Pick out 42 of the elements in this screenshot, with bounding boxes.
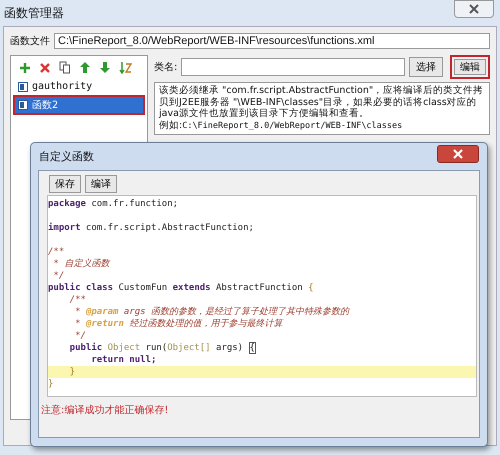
class-button[interactable]: 选择 [409,57,443,77]
example-path: C:\FineReport_8.0/WebReport/WEB-INF\classes [182,120,402,130]
code-line: * @param args 函数的参数，是经过了算子处理了其中特殊参数的 [74,306,350,318]
code-line: package com.fr.function; [48,198,180,210]
window-title: 函数管理器 [4,4,64,22]
code-line: * @return 经过函数处理的值，用于参与最终计算 [74,318,285,330]
code-line: */ [52,270,66,282]
code-line: /** [48,246,66,258]
code-line: public Object run(Object[] args) { [68,342,257,354]
arrow-down-icon[interactable] [99,61,111,74]
editor-button[interactable]: 保存 [49,175,81,193]
code-line: */ [74,330,87,342]
code-line: /** [68,294,87,306]
dialog-title: 自定义函数 [39,149,94,164]
close-icon [453,148,463,158]
class-button[interactable]: 编辑 [450,55,490,79]
add-icon[interactable] [19,62,31,74]
code-line: public class CustomFun extends AbstractFunction { [48,282,315,294]
sort-icon[interactable] [119,61,133,74]
code-line: return null; [90,354,158,366]
editor-button[interactable]: 编译 [85,175,117,193]
code-line: * 自定义函数 [52,258,112,270]
delete-icon[interactable] [39,62,51,74]
function-file-field[interactable]: C:\FineReport_8.0/WebReport/WEB-INF\resources\functions.xml [54,33,490,49]
class-name-field[interactable] [181,58,405,76]
code-line: } [48,378,54,390]
description-text: 该类必须继承 "com.fr.script.AbstractFunction"，应将编译后的类文件拷贝到J2EE服务器 "\WEB-INF\classes"目录，如果必要的话将class对应的java源文件也放置到该目录下方便编辑和查看。 [159,85,484,120]
close-button[interactable] [454,0,494,18]
function-icon [18,100,28,110]
function-file-label: 函数文件 [10,34,50,48]
close-icon [468,3,480,15]
class-name-label: 类名: [154,60,178,74]
copy-icon[interactable] [59,61,71,74]
function-list-item[interactable]: 函数2 [13,95,145,115]
example-label: 例如: [159,120,182,130]
close-button[interactable] [437,144,479,162]
function-icon [18,82,28,92]
function-list-item[interactable]: gauthority [13,78,145,95]
compile-note: 注意:编译成功才能正确保存! [40,404,170,418]
arrow-up-icon[interactable] [79,61,91,74]
code-line: import com.fr.script.AbstractFunction; [48,222,255,234]
code-editor[interactable] [47,195,477,397]
